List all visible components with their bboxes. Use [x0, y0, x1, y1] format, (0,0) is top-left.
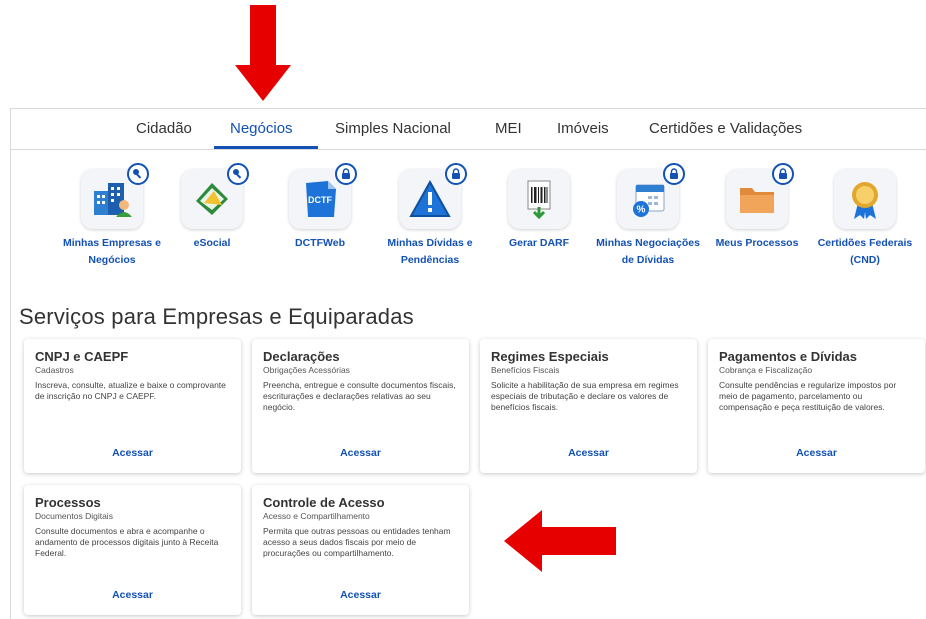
access-button[interactable]: Acessar [252, 589, 469, 601]
shortcut-label: eSocial [193, 237, 231, 249]
card-subtitle: Cadastros [35, 365, 74, 375]
lock-icon [663, 163, 685, 185]
down-arrow-annotation [235, 5, 291, 101]
page-frame: Cidadão Negócios Simples Nacional MEI Im… [10, 108, 926, 619]
key-icon [127, 163, 149, 185]
card-description: Preencha, entregue e consulte documentos… [263, 380, 456, 412]
tab-imoveis[interactable]: Imóveis [557, 120, 609, 137]
tab-certidoes-validacoes[interactable]: Certidões e Validações [649, 120, 802, 137]
shortcut-minhas-negociacoes[interactable]: % Minhas Negociações de Dívidas [593, 163, 703, 269]
shortcut-meus-processos[interactable]: Meus Processos [702, 163, 812, 252]
card-title: Declarações [263, 349, 340, 364]
card-pagamentos-dividas: Pagamentos e Dívidas Cobrança e Fiscaliz… [708, 339, 925, 473]
shortcut-minhas-empresas[interactable]: Minhas Empresas e Negócios [57, 163, 167, 269]
shortcut-label: Minhas Dívidas e Pendências [387, 237, 473, 266]
shortcut-minhas-dividas[interactable]: Minhas Dívidas e Pendências [375, 163, 485, 269]
shortcut-label: Minhas Negociações de Dívidas [596, 237, 700, 266]
category-tabs: Cidadão Negócios Simples Nacional MEI Im… [11, 109, 926, 150]
tab-simples-nacional[interactable]: Simples Nacional [335, 120, 451, 137]
card-subtitle: Documentos Digitais [35, 511, 113, 521]
shortcut-gerar-darf[interactable]: Gerar DARF [484, 169, 594, 252]
shortcut-certidoes-federais[interactable]: Certidões Federais (CND) [810, 169, 920, 269]
esocial-icon [181, 163, 249, 229]
card-processos: Processos Documentos Digitais Consulte d… [24, 485, 241, 615]
barcode-icon [508, 169, 570, 229]
access-button[interactable]: Acessar [252, 447, 469, 459]
access-button[interactable]: Acessar [480, 447, 697, 459]
card-subtitle: Obrigações Acessórias [263, 365, 350, 375]
calendar-percent-icon: % [617, 163, 685, 229]
shortcut-dctfweb[interactable]: DCTF DCTFWeb [265, 163, 375, 252]
tab-cidadao[interactable]: Cidadão [136, 120, 192, 137]
card-declaracoes: Declarações Obrigações Acessórias Preenc… [252, 339, 469, 473]
card-title: Processos [35, 495, 101, 510]
card-subtitle: Cobrança e Fiscalização [719, 365, 813, 375]
svg-text:DCTF: DCTF [308, 195, 332, 205]
section-title: Serviços para Empresas e Equiparadas [19, 304, 414, 329]
access-button[interactable]: Acessar [708, 447, 925, 459]
access-button[interactable]: Acessar [24, 447, 241, 459]
svg-text:%: % [637, 205, 646, 216]
card-subtitle: Benefícios Fiscais [491, 365, 560, 375]
card-description: Consulte documentos e abra e acompanhe o… [35, 526, 219, 558]
card-subtitle: Acesso e Compartilhamento [263, 511, 370, 521]
shortcut-label: Certidões Federais (CND) [817, 237, 913, 266]
shortcut-label: DCTFWeb [295, 237, 345, 249]
lock-icon [772, 163, 794, 185]
card-controle-acesso: Controle de Acesso Acesso e Compartilham… [252, 485, 469, 615]
medal-icon [834, 169, 896, 229]
tab-mei[interactable]: MEI [495, 120, 522, 137]
buildings-icon [81, 163, 149, 229]
card-title: Regimes Especiais [491, 349, 609, 364]
tab-negocios[interactable]: Negócios [230, 120, 293, 137]
shortcut-esocial[interactable]: eSocial [157, 163, 267, 252]
lock-icon [445, 163, 467, 185]
shortcut-label: Minhas Empresas e Negócios [62, 237, 162, 266]
access-button[interactable]: Acessar [24, 589, 241, 601]
dctf-document-icon: DCTF [289, 163, 357, 229]
card-description: Consulte pendências e regularize imposto… [719, 380, 897, 412]
card-regimes-especiais: Regimes Especiais Benefícios Fiscais Sol… [480, 339, 697, 473]
shortcut-label: Meus Processos [715, 237, 799, 249]
card-title: Controle de Acesso [263, 495, 385, 510]
card-description: Permita que outras pessoas ou entidades … [263, 526, 451, 558]
lock-icon [335, 163, 357, 185]
active-tab-indicator [214, 146, 318, 149]
card-title: CNPJ e CAEPF [35, 349, 129, 364]
card-title: Pagamentos e Dívidas [719, 349, 857, 364]
warning-icon [399, 163, 467, 229]
card-description: Inscreva, consulte, atualize e baixe o c… [35, 380, 226, 401]
key-icon [227, 163, 249, 185]
left-arrow-annotation [504, 510, 616, 572]
folder-icon [726, 163, 794, 229]
shortcut-label: Gerar DARF [508, 237, 570, 249]
card-description: Solicite a habilitação de sua empresa em… [491, 380, 679, 412]
card-cnpj-caepf: CNPJ e CAEPF Cadastros Inscreva, consult… [24, 339, 241, 473]
